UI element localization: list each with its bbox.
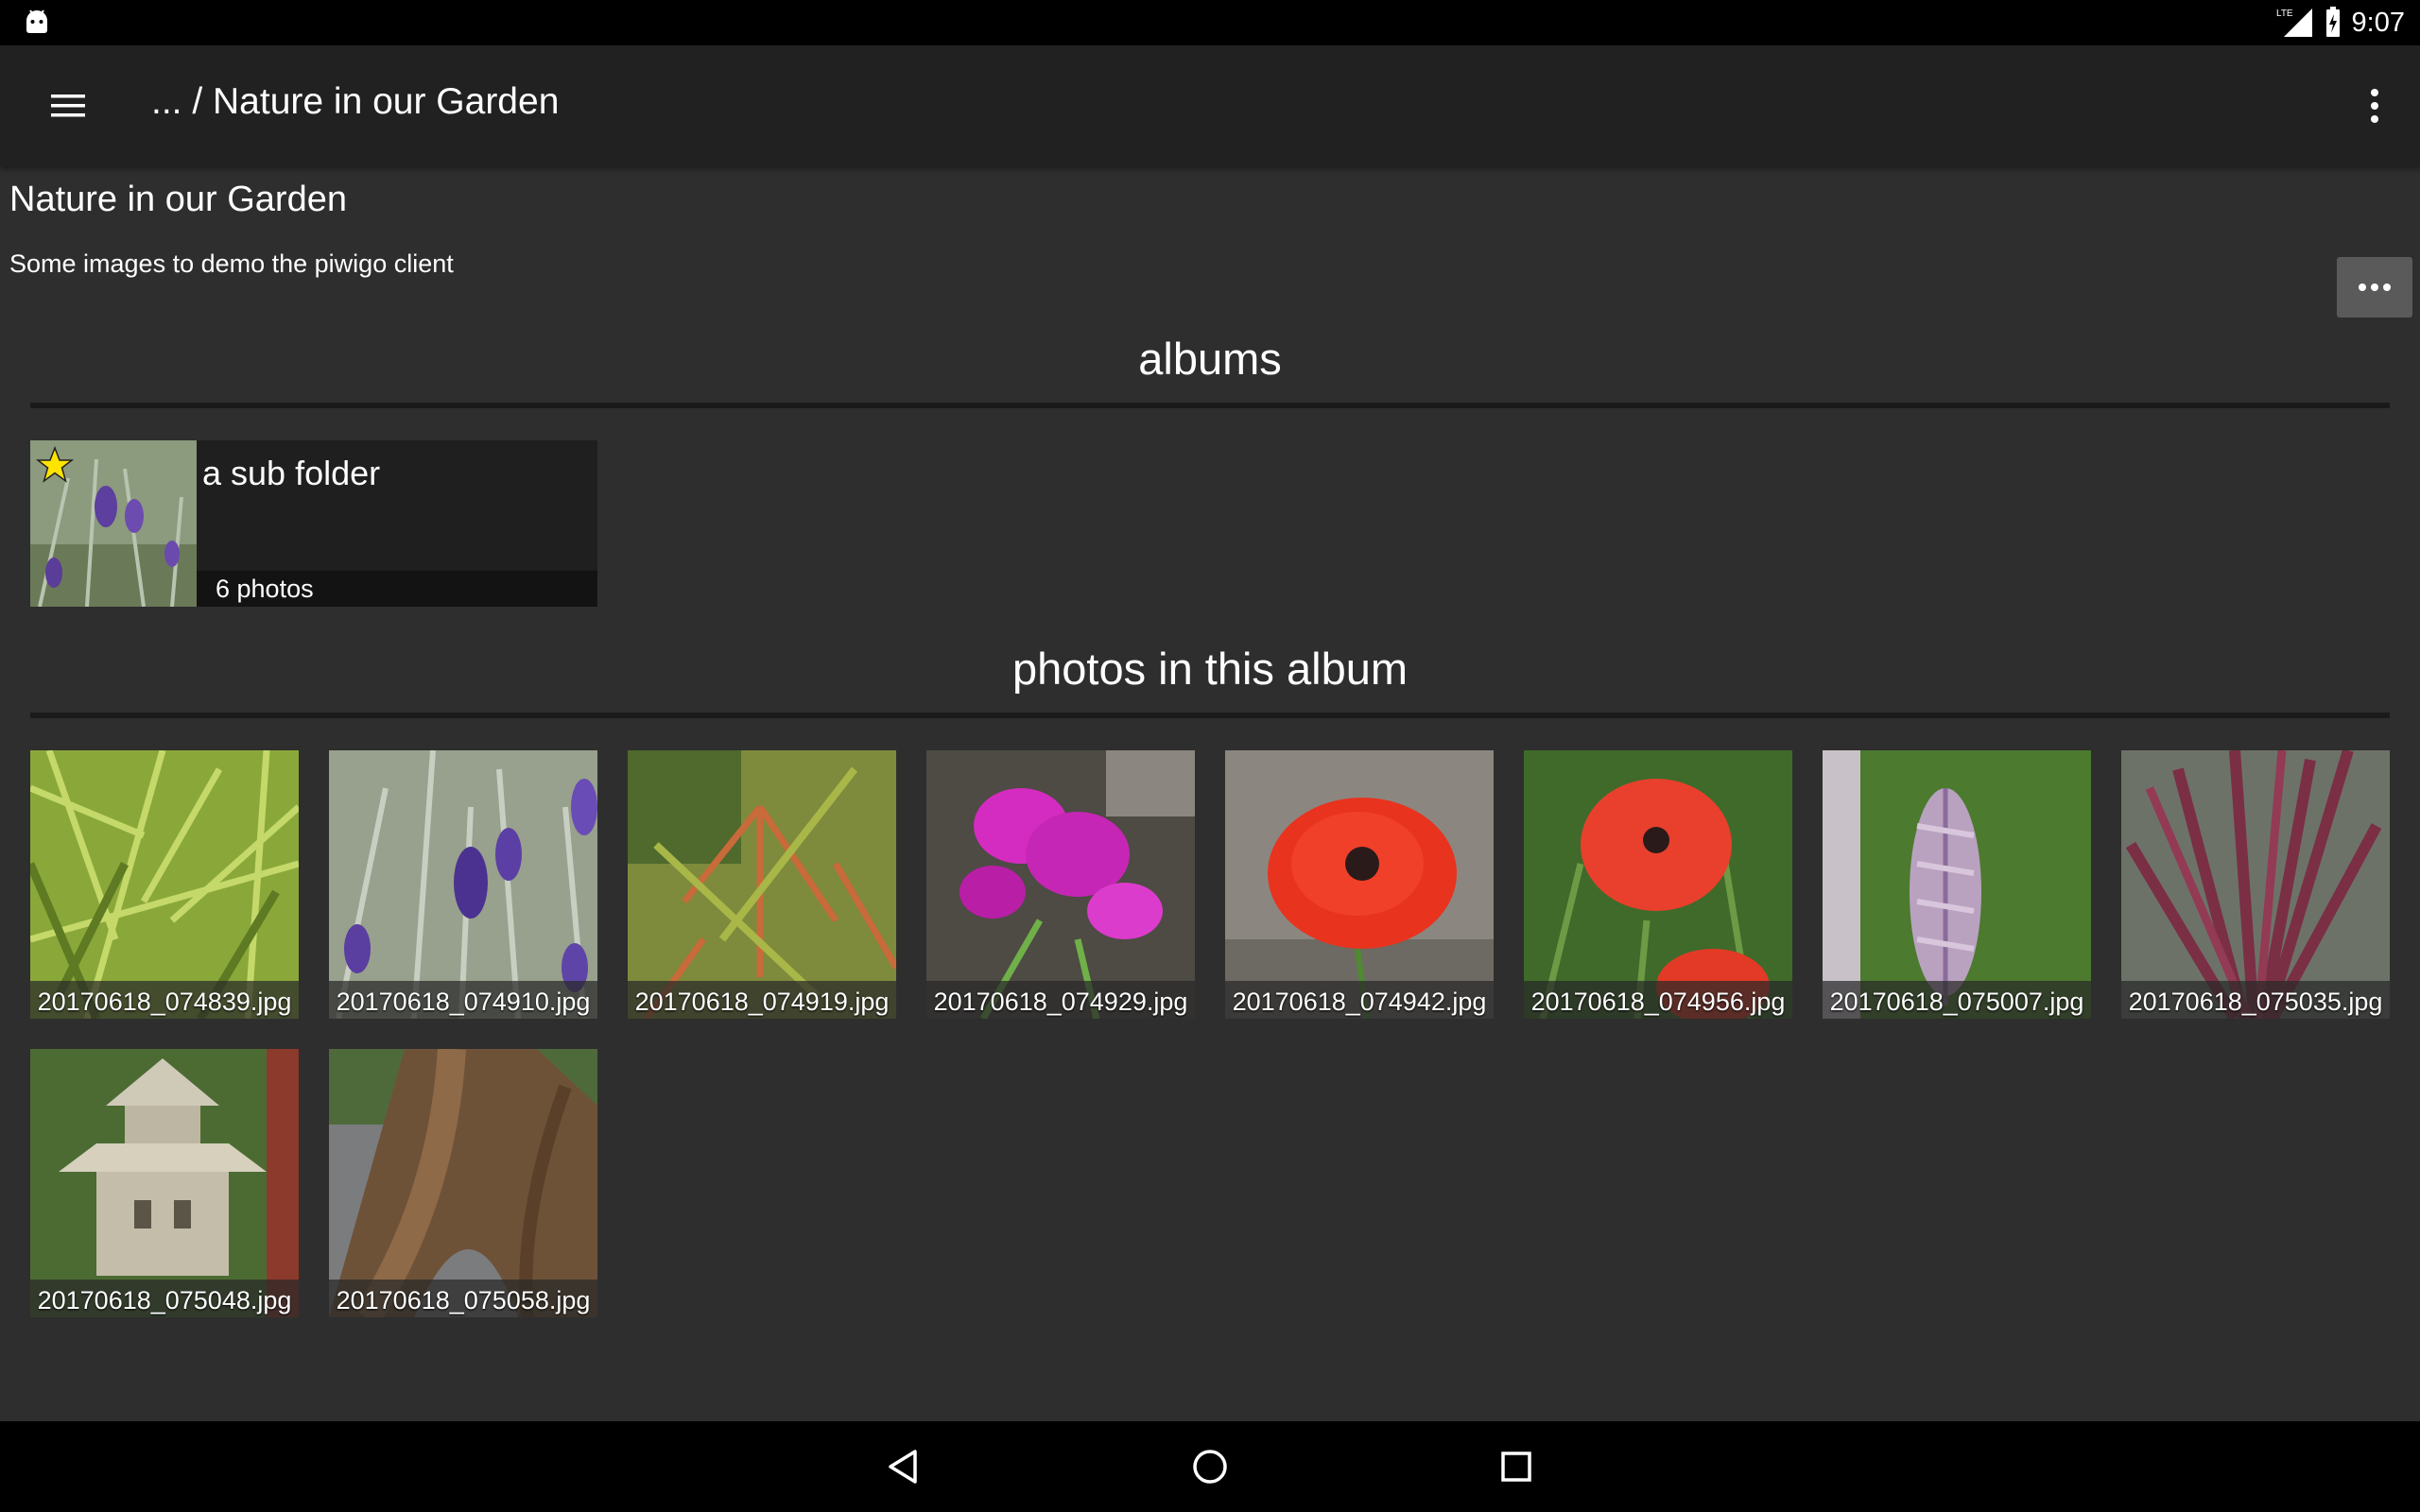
photo-tile[interactable]: 20170618_075007.jpg xyxy=(1823,750,2091,1019)
toolbar-title: ... / Nature in our Garden xyxy=(151,81,560,122)
photo-thumbnail xyxy=(329,1049,597,1317)
photos-heading: photos in this album xyxy=(1011,644,1409,694)
clock: 9:07 xyxy=(2351,7,2405,38)
sub-album-card[interactable]: a sub folder 6 photos xyxy=(30,440,597,607)
photo-filename: 20170618_074839.jpg xyxy=(37,988,292,1016)
svg-text:LTE: LTE xyxy=(2276,9,2293,19)
albums-divider xyxy=(30,403,2390,408)
photo-thumbnail xyxy=(30,750,299,1019)
photo-thumbnail xyxy=(30,1049,299,1317)
photo-filename: 20170618_074942.jpg xyxy=(1232,988,1487,1016)
back-button[interactable] xyxy=(873,1436,934,1497)
recents-icon xyxy=(1501,1452,1531,1482)
photo-tile[interactable]: 20170618_074929.jpg xyxy=(926,750,1195,1019)
photo-tile[interactable]: 20170618_074910.jpg xyxy=(329,750,597,1019)
overflow-menu-button[interactable] xyxy=(2348,79,2401,132)
photos-divider xyxy=(30,713,2390,718)
app-screen: LTE 9:07 ... / Nature in our Garden Natu… xyxy=(0,0,2420,1512)
photo-thumbnail xyxy=(628,750,896,1019)
photo-filename: 20170618_075035.jpg xyxy=(2128,988,2383,1016)
photo-filename: 20170618_075048.jpg xyxy=(37,1286,292,1314)
lte-signal-icon: LTE xyxy=(2276,9,2312,37)
photo-thumbnail xyxy=(2121,750,2390,1019)
sub-album-name: a sub folder xyxy=(202,454,381,492)
photo-tile[interactable]: 20170618_074956.jpg xyxy=(1524,750,1792,1019)
photo-tile[interactable]: 20170618_075058.jpg xyxy=(329,1049,597,1317)
photo-filename: 20170618_074956.jpg xyxy=(1530,988,1786,1016)
home-icon xyxy=(1193,1450,1227,1484)
recents-button[interactable] xyxy=(1486,1436,1547,1497)
album-description: Some images to demo the piwigo client xyxy=(9,249,454,278)
favorite-star-icon xyxy=(36,446,74,483)
albums-heading: albums xyxy=(1138,334,1282,384)
photo-thumbnail xyxy=(1524,750,1792,1019)
photo-filename: 20170618_075007.jpg xyxy=(1829,988,2084,1016)
status-icons: LTE 9:07 xyxy=(2276,0,2405,45)
photo-thumbnail xyxy=(1225,750,1494,1019)
album-title: Nature in our Garden xyxy=(9,180,347,219)
status-bar: LTE 9:07 xyxy=(0,0,2420,45)
more-horiz-icon xyxy=(2359,284,2391,291)
photo-filename: 20170618_074919.jpg xyxy=(634,988,890,1016)
hamburger-menu-icon xyxy=(51,94,85,117)
photo-filename: 20170618_074910.jpg xyxy=(336,988,591,1016)
sub-album-thumbnail xyxy=(30,440,197,607)
photo-tile[interactable]: 20170618_074839.jpg xyxy=(30,750,299,1019)
photo-tile[interactable]: 20170618_075048.jpg xyxy=(30,1049,299,1317)
photo-tile[interactable]: 20170618_074942.jpg xyxy=(1225,750,1494,1019)
more-vert-icon xyxy=(2371,89,2378,123)
battery-charging-icon xyxy=(2325,7,2340,37)
photo-filename: 20170618_074929.jpg xyxy=(933,988,1188,1016)
sub-album-count-bar: 6 photos xyxy=(197,571,597,607)
photo-filename: 20170618_075058.jpg xyxy=(336,1286,591,1314)
back-icon xyxy=(889,1450,917,1484)
navigation-drawer-button[interactable] xyxy=(34,83,102,129)
photo-thumbnail xyxy=(926,750,1195,1019)
photo-tile[interactable]: 20170618_075035.jpg xyxy=(2121,750,2390,1019)
system-nav-bar xyxy=(0,1421,2420,1512)
app-toolbar: ... / Nature in our Garden xyxy=(0,45,2420,166)
photo-tile[interactable]: 20170618_074919.jpg xyxy=(628,750,896,1019)
album-actions-button[interactable] xyxy=(2337,257,2412,318)
photo-thumbnail xyxy=(329,750,597,1019)
sub-album-photo-count: 6 photos xyxy=(216,575,314,603)
android-icon xyxy=(26,9,47,33)
home-button[interactable] xyxy=(1180,1436,1240,1497)
photo-thumbnail xyxy=(1823,750,2091,1019)
